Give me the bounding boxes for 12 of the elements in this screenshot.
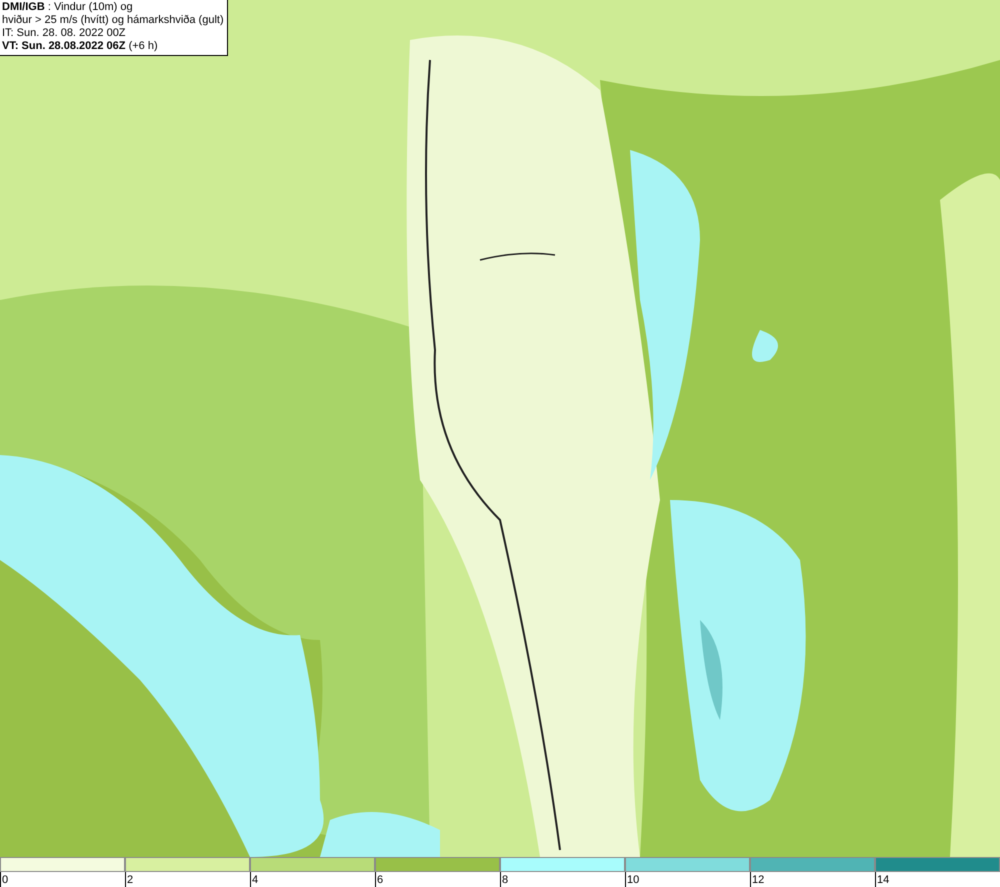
legend-tick-label: 10 xyxy=(626,874,640,887)
legend-tick-label: 6 xyxy=(376,874,384,887)
title-line: hviður > 25 m/s (hvítt) og hámarkshviða (gult) xyxy=(2,14,224,27)
legend-tick-label: 0 xyxy=(1,874,8,887)
legend-tick-label: 12 xyxy=(751,874,764,887)
title-line: DMI/IGB : Vindur (10m) og xyxy=(2,1,134,14)
legend-tick-label: 4 xyxy=(251,874,258,887)
title-line: IT: Sun. 28. 08. 2022 00Z xyxy=(2,27,127,40)
legend-tick-label: 2 xyxy=(126,874,134,887)
legend-tick-label: 8 xyxy=(501,874,508,887)
legend-tick-label: 14 xyxy=(876,874,890,887)
title-line: VT: Sun. 28.08.2022 06Z (+6 h) xyxy=(2,40,159,53)
